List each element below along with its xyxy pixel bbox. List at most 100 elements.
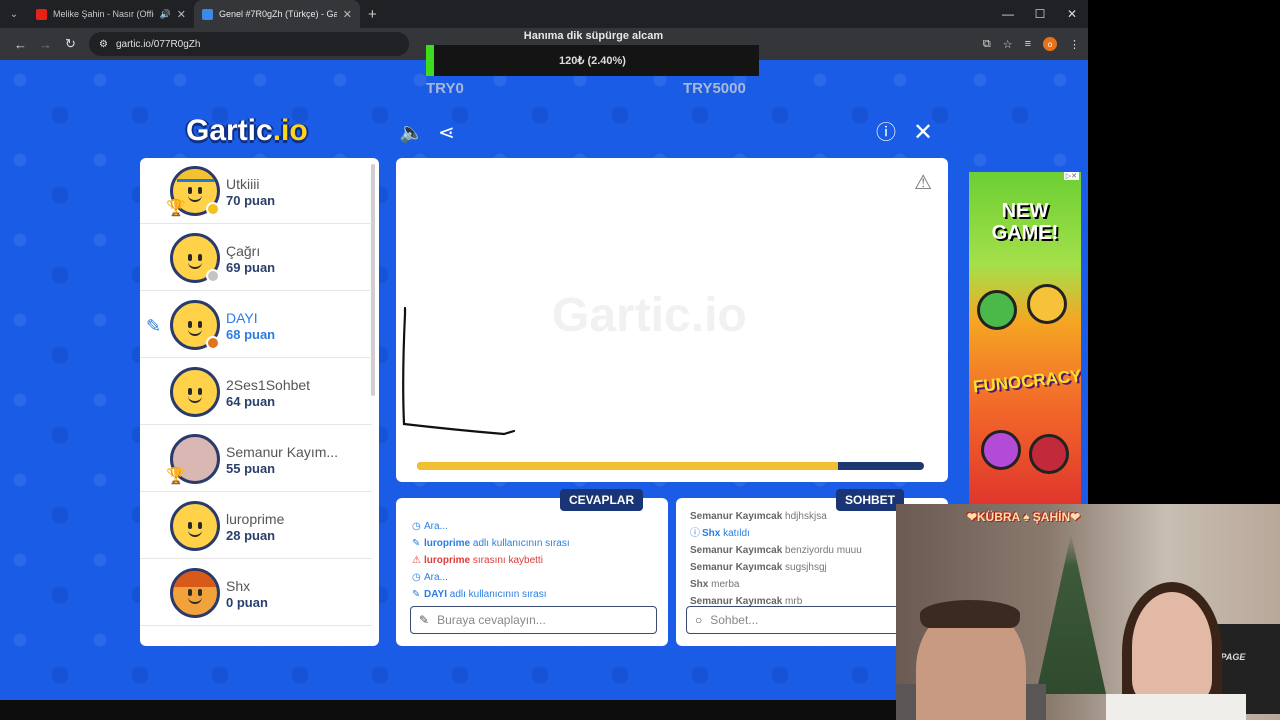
tab-search-icon[interactable]: ⌄ [0,0,28,28]
player-points: 68 puan [226,327,276,342]
close-window-icon[interactable]: ✕ [1056,0,1088,28]
message-text: katıldı [720,528,750,539]
player-row[interactable]: Çağrı 69 puan [140,225,372,291]
avatar-eye [198,187,202,194]
pencil-icon: ✎ [412,538,421,549]
player-avatar [170,568,220,618]
close-tab-icon[interactable]: ✕ [177,8,186,21]
speaker-icon[interactable]: 🔊 [160,9,171,20]
clock-icon: ◷ [412,572,421,583]
player-points: 28 puan [226,528,276,543]
answers-panel: ◷ Ara... ✎ luroprime adlı kullanıcının sıra… [396,498,668,646]
player-row[interactable]: 🏆 Utkiiii 70 puan [140,158,372,224]
drawing-canvas[interactable]: Gartic.io ⚠ [396,158,948,482]
ad-choices-icon[interactable]: ▷✕ [1063,172,1079,180]
player-row[interactable]: luroprime 28 puan [140,493,372,559]
streamer-2 [1106,694,1246,720]
player-row[interactable]: 2Ses1Sohbet 64 puan [140,359,372,425]
webcam-overlay: RAMPAGE ❤KÜBRA ♠ ŞAHİN❤ [896,504,1280,720]
tab-title: Genel #7R0gZh (Türkçe) - Gartic [219,9,337,19]
window-controls: — ☐ ✕ [992,0,1088,28]
clock-icon: ◷ [412,521,421,532]
avatar-face [182,246,208,272]
ad-character-icon [1029,434,1069,474]
logo-text: Gartic [186,114,273,147]
avatar-eye [198,388,202,395]
webcam-title: ❤KÜBRA ♠ ŞAHİN❤ [966,510,1081,524]
ad-character-icon [977,290,1017,330]
warning-icon: ⚠ [412,555,421,566]
pencil-icon: ✎ [419,613,430,627]
player-points: 55 puan [226,461,276,476]
message-author: luroprime [424,555,471,566]
player-points: 69 puan [226,260,276,275]
kebab-menu-icon[interactable]: ⋮ [1069,38,1080,51]
player-status-dot [206,269,220,283]
message-text: adlı kullanıcının sırası [446,589,547,600]
player-points: 0 puan [226,595,268,610]
toolbar-right: ⧉ ☆ ≡ o ⋮ [983,28,1080,60]
info-icon[interactable]: ⓘ [876,122,896,144]
cast-icon[interactable]: ⧉ [983,38,991,51]
maximize-icon[interactable]: ☐ [1024,0,1056,28]
player-name: luroprime [226,511,285,527]
close-tab-icon[interactable]: ✕ [343,8,352,21]
players-panel: 🏆 Utkiiii 70 puan Çağrı 69 puan ✎ DAYI 68 puan 2… [140,158,379,646]
player-points: 70 puan [226,193,276,208]
tab-chat[interactable]: SOHBET [836,489,905,511]
bookmark-star-icon[interactable]: ☆ [1003,38,1013,51]
close-icon[interactable]: ✕ [913,121,933,145]
media-icon[interactable]: ≡ [1025,38,1031,50]
avatar-eye [198,254,202,261]
browser-tab-gartic[interactable]: Genel #7R0gZh (Türkçe) - Gartic ✕ [194,0,360,28]
back-icon[interactable]: ← [8,37,33,52]
ad-headline: NEW GAME! [991,200,1059,244]
player-points: 64 puan [226,394,276,409]
player-name: 2Ses1Sohbet [226,377,311,393]
trophy-icon: 🏆 [166,468,186,485]
browser-tab-youtube[interactable]: Melike Şahin - Nasır (Officia 🔊 ✕ [28,0,194,28]
profile-avatar[interactable]: o [1043,37,1057,51]
reload-icon[interactable]: ↻ [58,36,83,52]
player-row[interactable]: ✎ DAYI 68 puan [140,292,372,358]
donation-min-label: TRY0 [426,80,464,97]
message-author: Shx [690,579,709,590]
message-author: Semanur Kayımcak [690,562,783,573]
donation-max-label: TRY5000 [683,80,746,97]
player-row[interactable]: Shx 0 puan [140,560,372,626]
forward-icon[interactable]: → [33,37,58,52]
address-bar[interactable]: ⚙ gartic.io/077R0gZh [89,32,409,56]
player-name: Shx [226,578,251,594]
sound-icon[interactable]: 🔈 [399,122,424,144]
streamer-1-hair [920,600,1020,628]
answer-input[interactable]: ✎ Buraya cevaplayın... [410,606,657,634]
message-author: DAYI [424,589,447,600]
minimize-icon[interactable]: — [992,0,1024,28]
avatar-eye [188,254,192,261]
donation-amount: 120₺ (2.40%) [559,55,626,67]
answer-message: ✎ DAYI adlı kullanıcının sırası [412,586,660,603]
answer-placeholder: Buraya cevaplayın... [437,613,546,627]
player-row[interactable]: 🏆 Semanur Kayım... 55 puan [140,426,372,492]
drawing-strokes [402,306,516,436]
message-author: Semanur Kayımcak [690,545,783,556]
avatar-face [182,313,208,339]
ad-brand: FUNOCRACY [972,366,1081,397]
round-timer-fill [417,462,838,470]
message-text: hdjhskjsa [782,511,827,522]
tab-title: Melike Şahin - Nasır (Officia [53,9,154,19]
site-info-icon[interactable]: ⚙ [99,39,108,50]
advertisement-banner[interactable]: ▷✕ NEW GAME! FUNOCRACY [969,172,1081,504]
new-tab-button[interactable]: + [368,6,377,23]
player-status-dot [206,202,220,216]
avatar-eye [188,321,192,328]
avatar-eye [188,388,192,395]
streamer-2-face [1132,592,1212,702]
player-avatar [170,367,220,417]
avatar-face [182,581,208,607]
tab-answers[interactable]: CEVAPLAR [560,489,644,511]
gartic-logo[interactable]: Gartic.io [186,114,308,148]
share-icon[interactable]: ⋖ [438,122,455,144]
player-avatar [170,501,220,551]
avatar-eye [188,589,192,596]
